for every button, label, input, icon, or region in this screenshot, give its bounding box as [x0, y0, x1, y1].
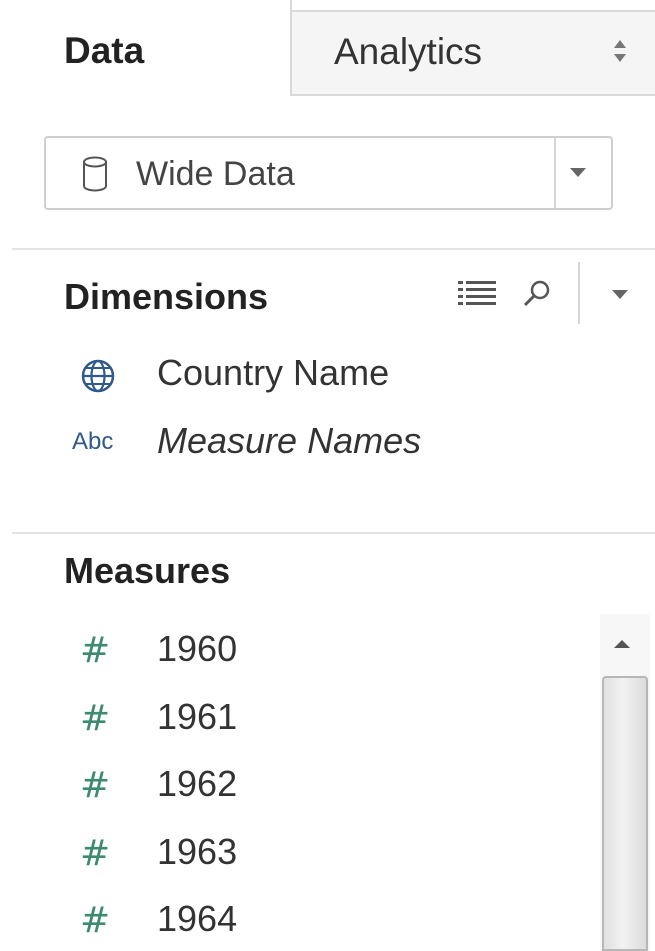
list-view-icon[interactable]: [458, 280, 496, 306]
data-pane: Data Analytics Wide Data Dimensions Coun…: [0, 0, 655, 951]
hash-icon: #: [80, 765, 111, 806]
hash-icon: #: [80, 698, 111, 739]
field-label: 1962: [157, 763, 238, 804]
field-label: 1963: [157, 831, 238, 872]
scroll-up-arrow-icon[interactable]: [614, 640, 630, 648]
datasource-name: Wide Data: [136, 155, 295, 193]
abc-text-icon: Abc: [72, 428, 114, 455]
chevron-down-icon[interactable]: [570, 168, 586, 177]
search-icon[interactable]: [522, 278, 552, 308]
field-label: 1961: [157, 696, 238, 737]
field-label: 1960: [157, 628, 238, 669]
measure-field-1962[interactable]: # 1962: [0, 755, 596, 815]
dimension-field-country-name[interactable]: Country Name: [0, 344, 596, 404]
dimensions-menu-chevron-icon[interactable]: [612, 290, 628, 299]
divider: [12, 248, 655, 250]
globe-icon: [81, 359, 115, 393]
hash-icon: #: [80, 900, 111, 941]
hash-icon: #: [80, 833, 111, 874]
sort-arrows-icon[interactable]: [613, 38, 627, 64]
measure-field-1960[interactable]: # 1960: [0, 620, 596, 680]
field-label: 1964: [157, 898, 238, 939]
dimension-field-measure-names[interactable]: Abc Measure Names: [0, 412, 596, 472]
datasource-select[interactable]: Wide Data: [44, 136, 613, 210]
database-icon: [83, 156, 107, 192]
field-label: Measure Names: [157, 420, 422, 461]
measure-field-1964[interactable]: # 1964: [0, 890, 596, 950]
measure-field-1961[interactable]: # 1961: [0, 688, 596, 748]
datasource-divider: [554, 138, 556, 208]
hash-icon: #: [80, 630, 111, 671]
divider: [12, 532, 655, 534]
tab-analytics[interactable]: Analytics: [292, 10, 655, 96]
measures-heading: Measures: [64, 550, 231, 591]
pane-tabs: Data Analytics: [0, 0, 655, 96]
scrollbar-thumb[interactable]: [602, 676, 648, 951]
tab-analytics-label: Analytics: [334, 31, 483, 72]
tab-data[interactable]: Data: [0, 0, 292, 96]
measure-field-1963[interactable]: # 1963: [0, 823, 596, 883]
dimensions-divider: [578, 262, 580, 324]
dimensions-heading: Dimensions: [64, 276, 269, 317]
tab-data-label: Data: [64, 30, 145, 71]
field-label: Country Name: [157, 352, 390, 393]
